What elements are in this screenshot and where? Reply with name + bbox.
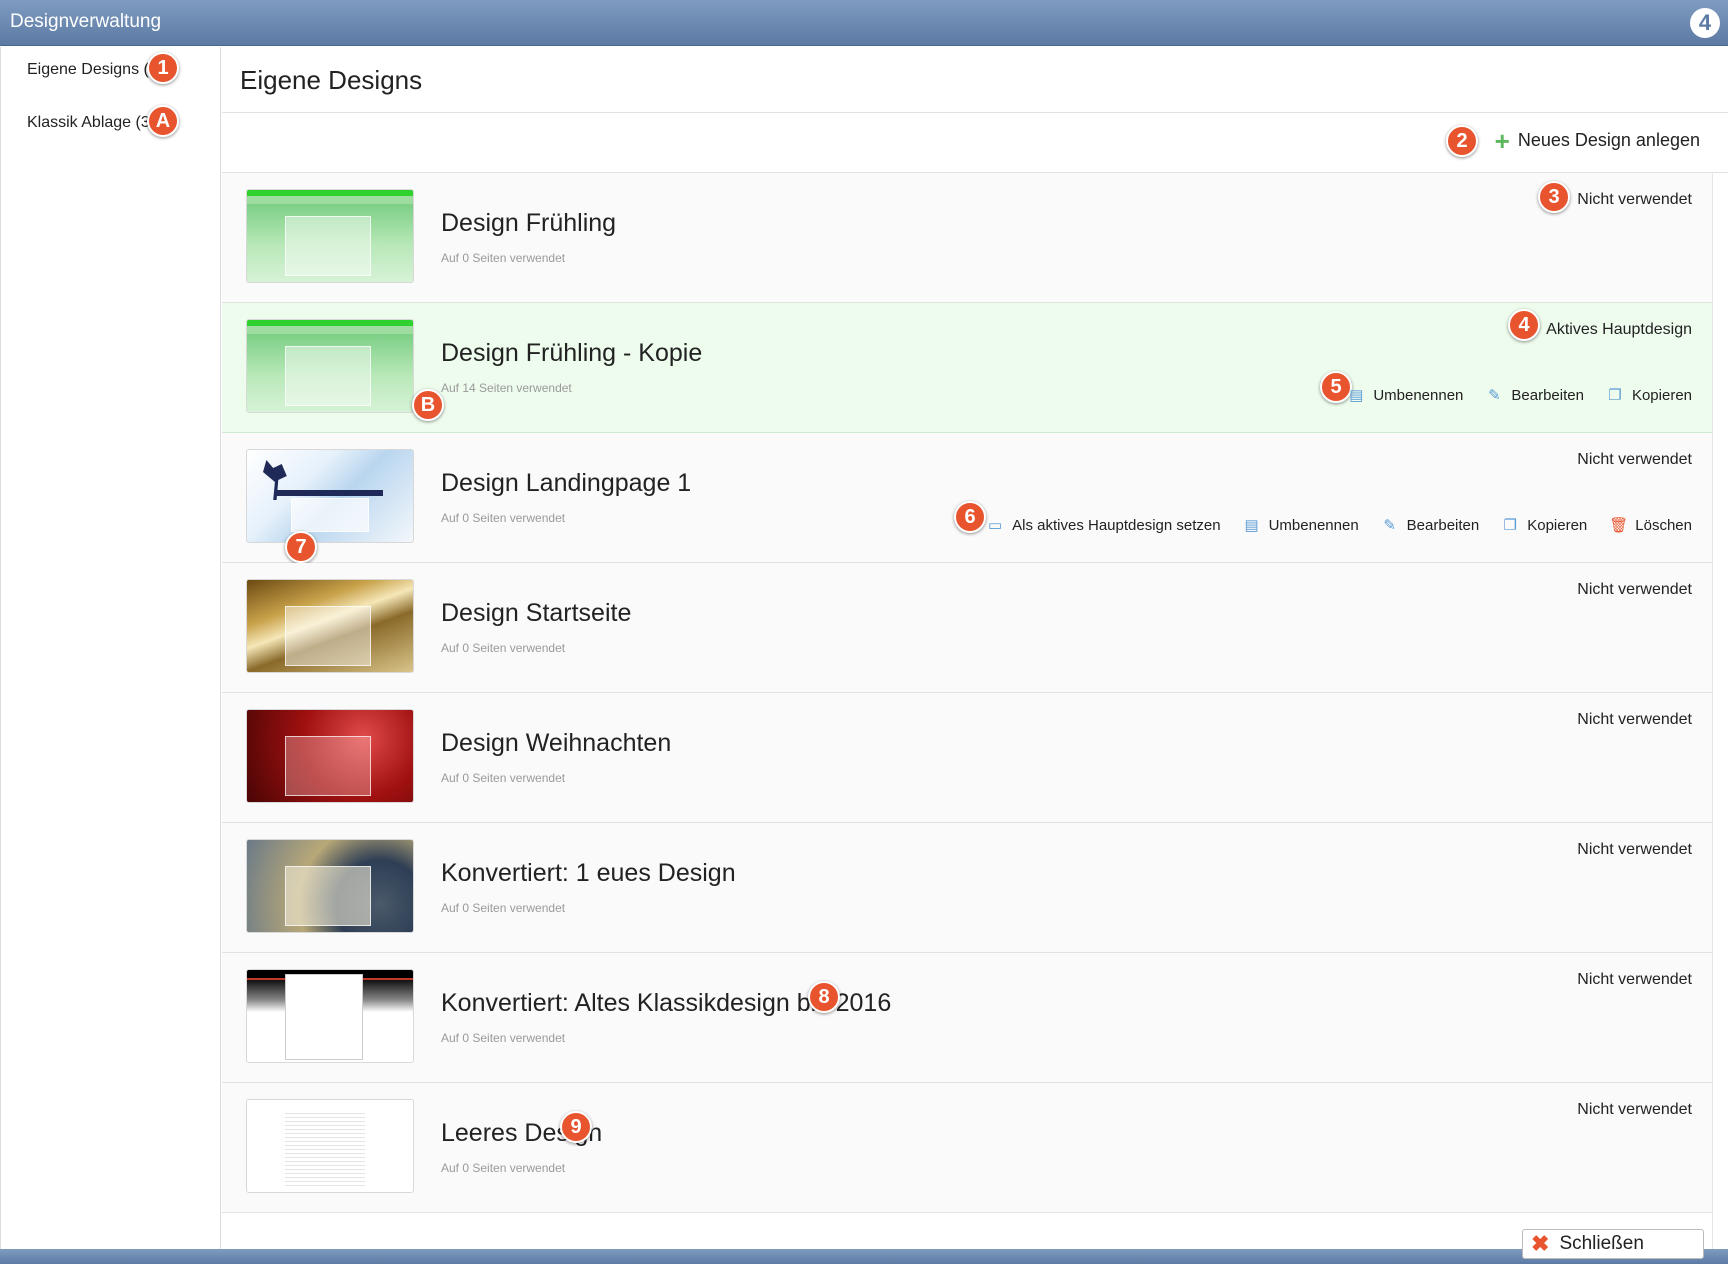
edit-button[interactable]: ✎ Bearbeiten (1381, 516, 1480, 534)
copy-icon: ❐ (1503, 516, 1517, 534)
copy-button[interactable]: ❐ Kopieren (1501, 516, 1588, 534)
design-thumbnail[interactable] (246, 969, 414, 1063)
app-logo-icon: 4 (1690, 8, 1720, 38)
rename-button[interactable]: ▤ Umbenennen (1347, 387, 1463, 404)
design-row[interactable]: Design Startseite Auf 0 Seiten verwendet… (222, 563, 1712, 693)
design-thumbnail[interactable] (246, 189, 414, 283)
design-name: Design Frühling (441, 209, 617, 237)
rename-button[interactable]: ▤ Umbenennen (1243, 517, 1359, 534)
edit-button[interactable]: ✎ Bearbeiten (1485, 387, 1584, 404)
design-usage: Auf 0 Seiten verwendet (441, 901, 566, 915)
callout-marker: 4 (1508, 309, 1540, 341)
title-bar: Designverwaltung 4 (0, 0, 1728, 46)
callout-marker: 9 (560, 1111, 592, 1143)
copy-button[interactable]: ❐ Kopieren (1606, 387, 1692, 404)
design-thumbnail[interactable] (246, 449, 414, 543)
callout-marker: 6 (954, 501, 986, 533)
action-label: Umbenennen (1268, 517, 1359, 534)
close-label: Schließen (1559, 1233, 1644, 1254)
design-name: Design Frühling - Kopie (441, 339, 703, 367)
scrollbar[interactable] (1712, 173, 1728, 1249)
callout-marker: 1 (147, 52, 179, 84)
design-row[interactable]: 7 Design Landingpage 1 Auf 0 Seiten verw… (222, 433, 1712, 563)
callout-marker: B (412, 389, 444, 421)
status-badge: Aktives Hauptdesign (1546, 321, 1692, 338)
trash-icon: 🗑 (1609, 516, 1629, 534)
rename-icon: ▤ (1349, 386, 1364, 404)
callout-marker: A (147, 105, 179, 137)
window-icon: ▭ (988, 516, 1003, 534)
footer-bar (0, 1249, 1728, 1264)
design-thumbnail[interactable] (246, 1099, 414, 1193)
delete-button[interactable]: 🗑 Löschen (1609, 517, 1692, 534)
design-thumbnail[interactable] (246, 319, 414, 413)
design-usage: Auf 0 Seiten verwendet (441, 251, 566, 265)
status-badge: Nicht verwendet (1577, 1101, 1692, 1118)
status-badge: Nicht verwendet (1577, 451, 1692, 468)
design-actions: ▤ Umbenennen ✎ Bearbeiten ❐ Kopieren (1347, 387, 1692, 404)
action-label: Umbenennen (1373, 387, 1464, 404)
status-badge: Nicht verwendet (1577, 841, 1692, 858)
close-button[interactable]: ✖ Schließen (1522, 1229, 1704, 1259)
design-actions: ▭ Als aktives Hauptdesign setzen ▤ Umbenen… (986, 517, 1692, 534)
sidebar-item-klassik-ablage[interactable]: Klassik Ablage (3) (27, 114, 155, 132)
action-label: Kopieren (1527, 517, 1588, 534)
set-main-design-button[interactable]: ▭ Als aktives Hauptdesign setzen (986, 516, 1221, 534)
action-label: Als aktives Hauptdesign setzen (1012, 517, 1221, 534)
design-row[interactable]: Konvertiert: Altes Klassikdesign bis 201… (222, 953, 1712, 1083)
status-badge: Nicht verwendet (1577, 191, 1692, 208)
close-icon: ✖ (1531, 1231, 1550, 1256)
action-label: Kopieren (1631, 387, 1692, 404)
design-name: Design Startseite (441, 599, 632, 627)
design-name: Design Weihnachten (441, 729, 672, 757)
design-thumbnail[interactable] (246, 579, 414, 673)
design-row[interactable]: Leeres Design 9 Auf 0 Seiten verwendet N… (222, 1083, 1712, 1213)
action-label: Löschen (1635, 517, 1692, 534)
sidebar: Eigene Designs (8) 1 Klassik Ablage (3) … (0, 47, 221, 1249)
action-label: Bearbeiten (1406, 517, 1480, 534)
callout-marker: 8 (808, 981, 840, 1013)
design-usage: Auf 0 Seiten verwendet (441, 1031, 566, 1045)
design-row[interactable]: Design Frühling Auf 0 Seiten verwendet 3… (222, 173, 1712, 303)
design-thumbnail[interactable] (246, 839, 414, 933)
toolbar: 2 + Neues Design anlegen (222, 114, 1728, 173)
status-badge: Nicht verwendet (1577, 581, 1692, 598)
sidebar-item-eigene-designs[interactable]: Eigene Designs (8) (27, 61, 163, 79)
design-thumbnail[interactable] (246, 709, 414, 803)
plus-icon: + (1494, 125, 1510, 156)
callout-marker: 7 (285, 531, 317, 563)
design-usage: Auf 0 Seiten verwendet (441, 641, 566, 655)
window-title: Designverwaltung (10, 11, 162, 32)
design-name: Konvertiert: 1 eues Design (441, 859, 736, 887)
design-usage: Auf 0 Seiten verwendet (441, 1161, 566, 1175)
new-design-label: Neues Design anlegen (1517, 130, 1700, 150)
page-header: Eigene Designs (222, 47, 1728, 113)
action-label: Bearbeiten (1511, 387, 1584, 404)
new-design-button[interactable]: + Neues Design anlegen (1494, 125, 1700, 156)
copy-icon: ❐ (1608, 386, 1622, 404)
status-badge: Nicht verwendet (1577, 711, 1692, 728)
pencil-icon: ✎ (1383, 516, 1396, 534)
pencil-icon: ✎ (1488, 386, 1501, 404)
design-usage: Auf 14 Seiten verwendet (441, 381, 572, 395)
design-list: Design Frühling Auf 0 Seiten verwendet 3… (222, 173, 1712, 1213)
design-row[interactable]: Design Weihnachten Auf 0 Seiten verwende… (222, 693, 1712, 823)
design-row-active[interactable]: Design Frühling - Kopie Auf 14 Seiten ve… (222, 303, 1712, 433)
design-row[interactable]: Konvertiert: 1 eues Design Auf 0 Seiten … (222, 823, 1712, 953)
rename-icon: ▤ (1244, 516, 1259, 534)
design-name: Design Landingpage 1 (441, 469, 692, 497)
callout-marker: 2 (1446, 125, 1478, 157)
page-title: Eigene Designs (240, 65, 423, 95)
callout-marker: 3 (1538, 181, 1570, 213)
status-badge: Nicht verwendet (1577, 971, 1692, 988)
design-usage: Auf 0 Seiten verwendet (441, 771, 566, 785)
design-usage: Auf 0 Seiten verwendet (441, 511, 566, 525)
